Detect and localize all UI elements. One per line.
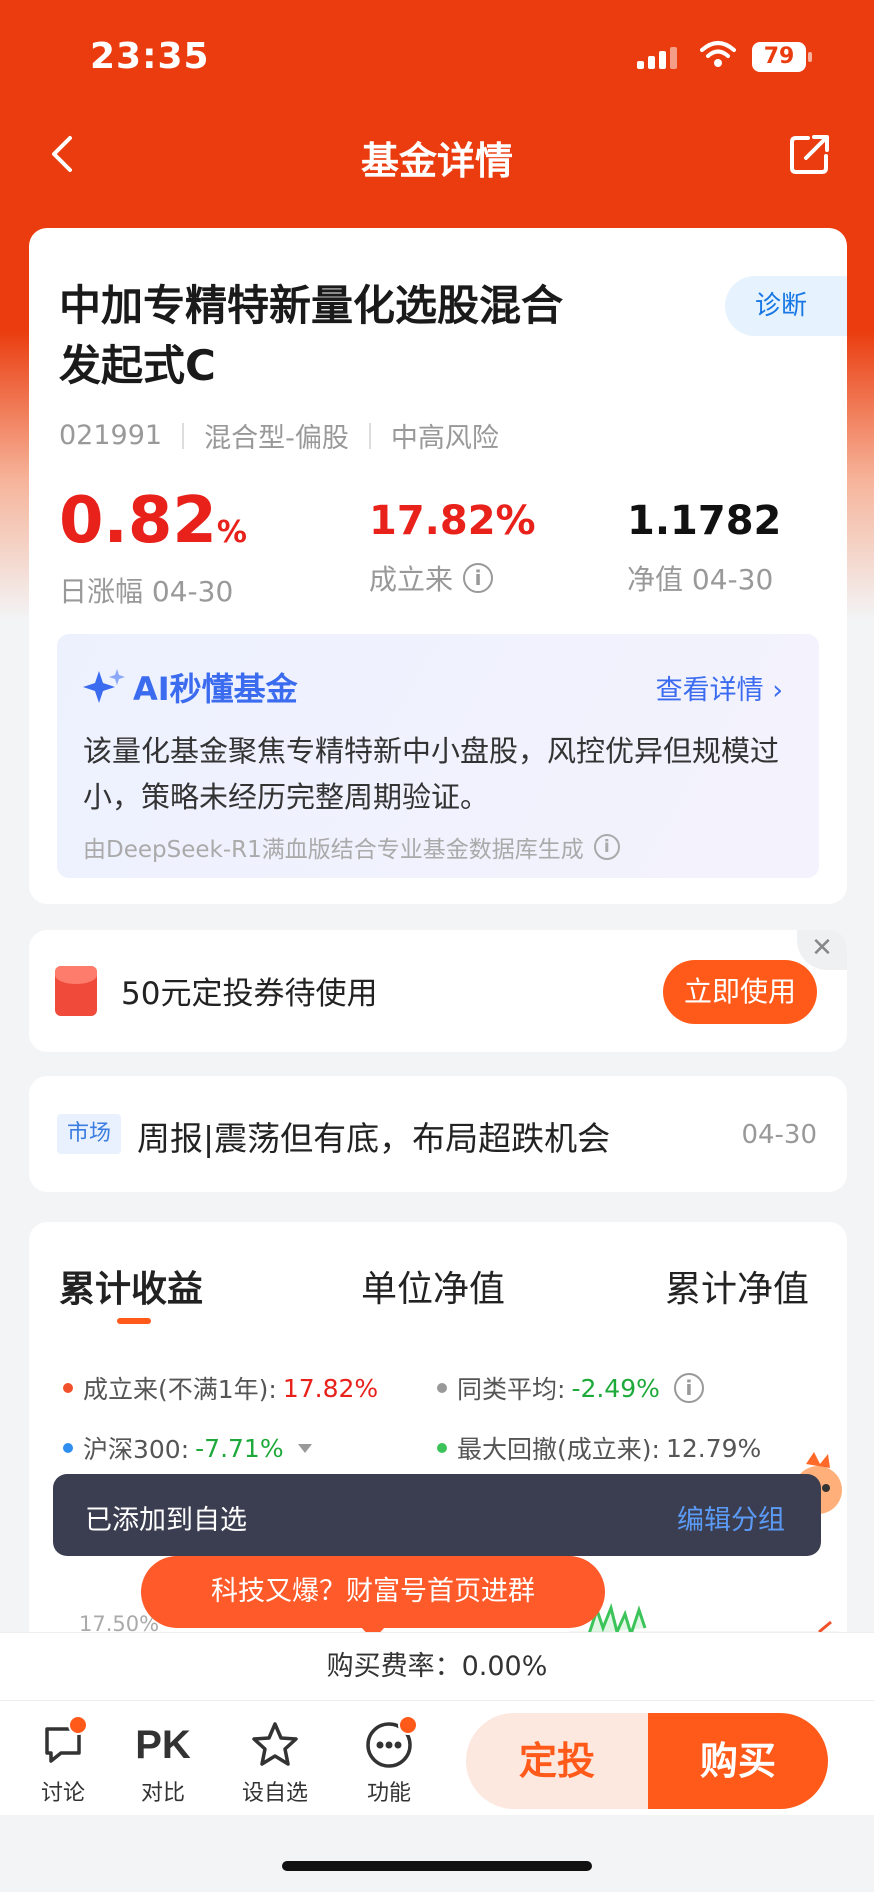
wifi-icon: [700, 41, 736, 67]
toast-text: 已添加到自选: [85, 1505, 247, 1536]
legend-peer-value: -2.49%: [571, 1373, 660, 1403]
legend-inception-label: 成立来(不满1年):: [83, 1375, 277, 1404]
status-bar: 23:35 79: [0, 0, 874, 115]
nav-stat: 1.1782 净值 04-30: [627, 486, 781, 598]
cellular-signal-icon: [637, 47, 677, 69]
notification-badge: [68, 1715, 88, 1735]
ai-more-label: 查看详情: [655, 675, 764, 706]
diagnose-button[interactable]: 诊断: [725, 276, 847, 336]
legend-hs300-value: -7.71%: [195, 1433, 284, 1463]
bottom-action-bar: 讨论 PK 对比 设自选 功能 定投 购买: [0, 1700, 874, 1815]
legend-dot: [63, 1383, 73, 1393]
red-envelope-icon: [55, 966, 97, 1016]
legend-dot: [437, 1383, 447, 1393]
watchlist-label: 设自选: [241, 1781, 308, 1806]
daily-change-stat: 0.82% 日涨幅 04-30: [59, 486, 247, 610]
fund-meta: 021991 混合型-偏股 中高风险: [59, 416, 499, 455]
discuss-button[interactable]: 讨论: [18, 1715, 108, 1807]
use-now-button[interactable]: 立即使用: [663, 960, 817, 1024]
daily-change-unit: %: [216, 515, 247, 550]
functions-button[interactable]: 功能: [344, 1715, 434, 1807]
compare-button[interactable]: PK 对比: [118, 1719, 208, 1807]
functions-label: 功能: [366, 1781, 411, 1806]
promo-bubble[interactable]: 科技又爆？财富号首页进群: [141, 1556, 605, 1640]
coupon-text: 50元定投券待使用: [121, 976, 378, 1012]
legend-peer-label: 同类平均:: [457, 1375, 566, 1404]
legend-hs300-label: 沪深300:: [83, 1435, 190, 1464]
invest-plan-button[interactable]: 定投: [466, 1713, 648, 1809]
daily-change-value: 0.82: [59, 484, 217, 558]
caret-down-icon: [297, 1443, 312, 1453]
close-icon[interactable]: ✕: [797, 930, 847, 970]
home-indicator[interactable]: [282, 1861, 592, 1871]
toast-notification: 已添加到自选 编辑分组: [53, 1474, 821, 1556]
legend-drawdown-label: 最大回撤(成立来):: [457, 1435, 660, 1464]
notification-badge: [398, 1715, 418, 1735]
add-watchlist-button[interactable]: 设自选: [230, 1719, 320, 1807]
since-inception-value: 17.82%: [369, 498, 536, 544]
fund-summary-card: 中加专精特新量化选股混合发起式C 诊断 021991 混合型-偏股 中高风险 0…: [29, 228, 847, 904]
fund-name: 中加专精特新量化选股混合发起式C: [59, 281, 564, 390]
compare-label: 对比: [140, 1781, 185, 1806]
fund-risk: 中高风险: [390, 423, 499, 454]
buy-button[interactable]: 购买: [648, 1713, 828, 1809]
ai-summary-panel[interactable]: AI秒懂基金 查看详情 › 该量化基金聚焦专精特新中小盘股，风控优异但规模过小，…: [57, 634, 819, 878]
purchase-fee: 购买费率：0.00%: [0, 1632, 874, 1700]
fund-type: 混合型-偏股: [204, 423, 349, 454]
legend-peer: 同类平均: -2.49% i: [437, 1370, 704, 1406]
tab-indicator: [117, 1318, 151, 1324]
battery-icon: 79: [752, 42, 812, 72]
news-title: 周报|震荡但有底，布局超跌机会: [137, 1119, 611, 1158]
edit-group-button[interactable]: 编辑分组: [677, 1498, 785, 1537]
tab-cumulative-return[interactable]: 累计收益: [59, 1260, 203, 1312]
nav-label: 净值 04-30: [627, 563, 774, 596]
info-icon[interactable]: i: [593, 834, 620, 860]
ai-source-text: 由DeepSeek-R1满血版结合专业基金数据库生成: [83, 837, 584, 863]
legend-drawdown-value: 12.79%: [665, 1433, 762, 1463]
tab-cumulative-nav[interactable]: 累计净值: [665, 1260, 809, 1312]
chevron-right-icon: ›: [772, 675, 783, 706]
divider: [368, 422, 371, 449]
pk-icon: PK: [135, 1723, 191, 1767]
legend-inception-value: 17.82%: [282, 1373, 379, 1403]
daily-change-label: 日涨幅 04-30: [59, 575, 234, 608]
home-bar-area: [0, 1815, 874, 1892]
info-icon[interactable]: i: [463, 563, 494, 593]
info-icon[interactable]: i: [673, 1373, 704, 1403]
legend-hs300[interactable]: 沪深300: -7.71%: [63, 1430, 312, 1466]
since-inception-label: 成立来: [369, 563, 454, 596]
fund-code: 021991: [59, 420, 163, 451]
ai-title: AI秒懂基金: [133, 670, 298, 708]
coupon-card: 50元定投券待使用 立即使用 ✕: [29, 930, 847, 1052]
status-time: 23:35: [90, 36, 210, 77]
nav-value: 1.1782: [627, 498, 782, 544]
news-date: 04-30: [741, 1120, 817, 1150]
legend-dot: [437, 1443, 447, 1453]
tab-unit-nav[interactable]: 单位净值: [361, 1260, 505, 1312]
sparkle-icon: [83, 669, 125, 703]
ai-summary-text: 该量化基金聚焦专精特新中小盘股，风控优异但规模过小，策略未经历完整周期验证。: [83, 734, 780, 814]
since-inception-stat: 17.82% 成立来 i: [369, 486, 536, 598]
legend-drawdown: 最大回撤(成立来): 12.79%: [437, 1430, 761, 1466]
star-icon: [252, 1722, 298, 1766]
share-icon[interactable]: [788, 132, 832, 176]
ai-view-details-link[interactable]: 查看详情 ›: [656, 668, 783, 707]
news-card[interactable]: 市场 周报|震荡但有底，布局超跌机会 04-30: [29, 1076, 847, 1192]
legend-dot: [63, 1443, 73, 1453]
nav-bar: 基金详情: [0, 120, 874, 190]
legend-inception: 成立来(不满1年): 17.82%: [63, 1370, 378, 1406]
page-title: 基金详情: [360, 139, 513, 183]
news-tag: 市场: [57, 1114, 122, 1154]
discuss-label: 讨论: [40, 1781, 85, 1806]
divider: [182, 422, 185, 449]
